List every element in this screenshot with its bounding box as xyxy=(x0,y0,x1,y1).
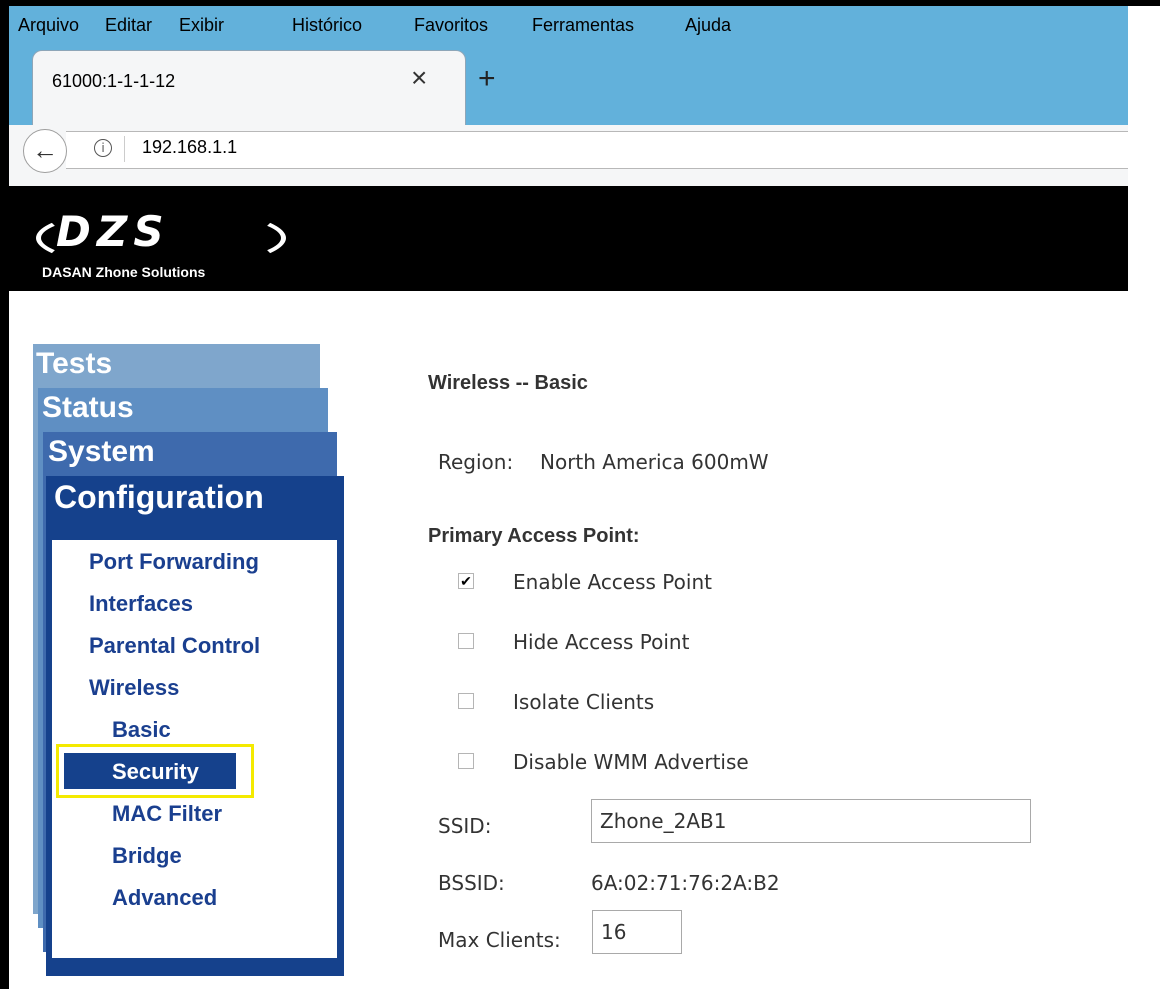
menu-wireless[interactable]: Wireless xyxy=(89,675,179,701)
right-margin xyxy=(1128,6,1160,989)
region-label: Region: xyxy=(438,450,514,474)
menu-wireless-basic[interactable]: Basic xyxy=(112,717,171,743)
menu-port-forwarding[interactable]: Port Forwarding xyxy=(89,549,259,575)
disable-wmm-checkbox[interactable] xyxy=(458,753,474,769)
page-title: Wireless -- Basic xyxy=(428,372,588,394)
bssid-value: 6A:02:71:76:2A:B2 xyxy=(591,871,780,895)
enable-ap-label: Enable Access Point xyxy=(513,570,712,594)
bssid-label: BSSID: xyxy=(438,871,505,895)
max-clients-label: Max Clients: xyxy=(438,928,561,952)
menu-bar: Arquivo Editar Exibir Histórico Favorito… xyxy=(9,6,1128,40)
section-heading: Primary Access Point: xyxy=(428,525,640,547)
ssid-label: SSID: xyxy=(438,814,492,838)
disable-wmm-label: Disable WMM Advertise xyxy=(513,750,749,774)
menu-bridge[interactable]: Bridge xyxy=(112,843,182,869)
tab-system-label[interactable]: System xyxy=(48,435,155,469)
new-tab-plus-icon[interactable]: + xyxy=(478,62,496,96)
menu-editar[interactable]: Editar xyxy=(105,15,152,36)
isolate-clients-checkbox[interactable] xyxy=(458,693,474,709)
menu-advanced[interactable]: Advanced xyxy=(112,885,217,911)
isolate-clients-label: Isolate Clients xyxy=(513,690,655,714)
tab-tests-label[interactable]: Tests xyxy=(36,347,112,381)
menu-interfaces[interactable]: Interfaces xyxy=(89,591,193,617)
menu-historico[interactable]: Histórico xyxy=(292,15,362,36)
menu-ferramentas[interactable]: Ferramentas xyxy=(532,15,634,36)
menu-exibir[interactable]: Exibir xyxy=(179,15,224,36)
tab-configuration-label[interactable]: Configuration xyxy=(54,479,264,516)
region-value: North America 600mW xyxy=(540,450,769,474)
menu-mac-filter[interactable]: MAC Filter xyxy=(112,801,222,827)
left-border xyxy=(0,0,9,989)
info-icon[interactable]: i xyxy=(94,139,112,157)
logo-subtitle: DASAN Zhone Solutions xyxy=(42,264,206,280)
close-icon[interactable]: × xyxy=(411,62,427,94)
menu-wireless-security[interactable]: Security xyxy=(112,759,199,785)
hide-ap-label: Hide Access Point xyxy=(513,630,690,654)
url-text[interactable]: 192.168.1.1 xyxy=(142,137,237,158)
menu-arquivo[interactable]: Arquivo xyxy=(18,15,79,36)
logo: DZS xyxy=(56,207,170,256)
max-clients-input[interactable]: 16 xyxy=(592,910,682,954)
menu-ajuda[interactable]: Ajuda xyxy=(685,15,731,36)
menu-favoritos[interactable]: Favoritos xyxy=(414,15,488,36)
tab-title: 61000:1-1-1-12 xyxy=(52,71,176,91)
url-separator xyxy=(124,136,125,162)
hide-ap-checkbox[interactable] xyxy=(458,633,474,649)
menu-parental-control[interactable]: Parental Control xyxy=(89,633,260,659)
ssid-input[interactable]: Zhone_2AB1 xyxy=(591,799,1031,843)
tab-status-label[interactable]: Status xyxy=(42,391,134,425)
enable-ap-checkbox[interactable]: ✔ xyxy=(458,573,474,589)
back-arrow-icon[interactable]: ← xyxy=(23,129,67,173)
